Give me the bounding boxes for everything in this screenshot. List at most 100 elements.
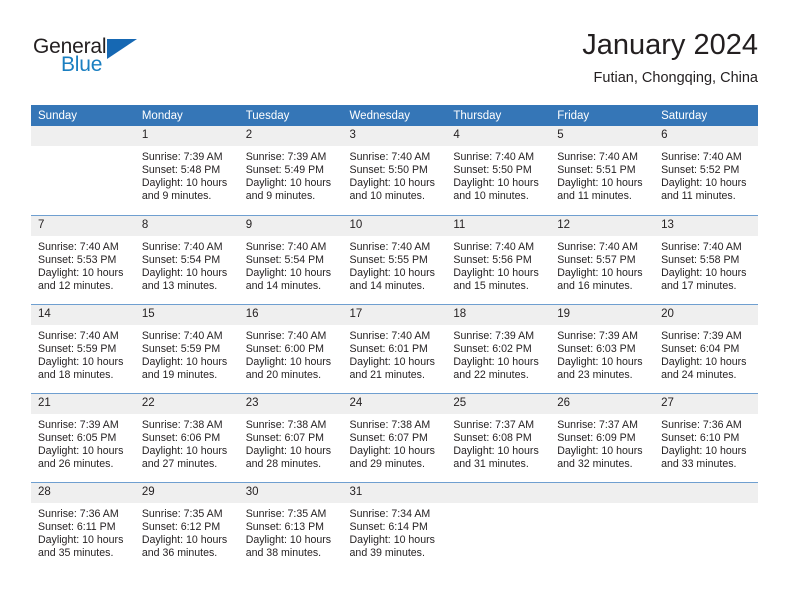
day-number: 19 xyxy=(550,304,655,325)
day-number xyxy=(654,482,758,503)
day-cell-inner: 20 Sunrise: 7:39 AM Sunset: 6:04 PM Dayli… xyxy=(654,304,758,393)
day-cell-inner: 28 Sunrise: 7:36 AM Sunset: 6:11 PM Dayli… xyxy=(31,482,135,572)
calendar-day-cell[interactable]: 24 Sunrise: 7:38 AM Sunset: 6:07 PM Dayli… xyxy=(342,392,447,482)
calendar-day-cell[interactable]: 19 Sunrise: 7:39 AM Sunset: 6:03 PM Dayli… xyxy=(550,303,655,393)
day-number: 14 xyxy=(31,304,135,325)
day-number xyxy=(446,482,551,503)
day-number: 2 xyxy=(238,126,343,146)
calendar-day-cell[interactable]: 29 Sunrise: 7:35 AM Sunset: 6:12 PM Dayli… xyxy=(134,481,239,572)
day-sun-details: Sunrise: 7:40 AM Sunset: 5:57 PM Dayligh… xyxy=(557,240,643,292)
day-number xyxy=(31,126,135,146)
calendar-page: General Blue January 2024 Futian, Chongq… xyxy=(0,0,792,612)
day-cell-inner: 19 Sunrise: 7:39 AM Sunset: 6:03 PM Dayli… xyxy=(550,304,655,393)
calendar-day-cell[interactable]: 1 Sunrise: 7:39 AM Sunset: 5:48 PM Daylig… xyxy=(134,126,239,215)
day-sun-details: Sunrise: 7:40 AM Sunset: 5:50 PM Dayligh… xyxy=(453,151,539,203)
day-cell-inner: 8 Sunrise: 7:40 AM Sunset: 5:54 PM Daylig… xyxy=(134,215,239,304)
day-cell-inner: 10 Sunrise: 7:40 AM Sunset: 5:55 PM Dayli… xyxy=(342,215,447,304)
calendar-cell-empty xyxy=(31,126,135,215)
calendar-day-cell[interactable]: 14 Sunrise: 7:40 AM Sunset: 5:59 PM Dayli… xyxy=(31,303,135,393)
day-sun-details: Sunrise: 7:37 AM Sunset: 6:09 PM Dayligh… xyxy=(557,418,643,470)
day-number: 13 xyxy=(654,215,758,236)
calendar-day-cell[interactable]: 4 Sunrise: 7:40 AM Sunset: 5:50 PM Daylig… xyxy=(446,126,551,215)
day-number: 28 xyxy=(31,482,135,503)
day-number: 4 xyxy=(446,126,551,146)
calendar-day-cell[interactable]: 20 Sunrise: 7:39 AM Sunset: 6:04 PM Dayli… xyxy=(654,303,758,393)
calendar-day-cell[interactable]: 6 Sunrise: 7:40 AM Sunset: 5:52 PM Daylig… xyxy=(654,126,758,215)
day-number: 22 xyxy=(134,393,239,414)
calendar-day-cell[interactable]: 9 Sunrise: 7:40 AM Sunset: 5:54 PM Daylig… xyxy=(238,214,343,304)
day-cell-inner xyxy=(31,126,135,215)
day-cell-inner: 17 Sunrise: 7:40 AM Sunset: 6:01 PM Dayli… xyxy=(342,304,447,393)
calendar-day-cell[interactable]: 28 Sunrise: 7:36 AM Sunset: 6:11 PM Dayli… xyxy=(31,481,135,572)
general-blue-logo: General Blue xyxy=(31,36,161,82)
day-number: 24 xyxy=(342,393,447,414)
day-cell-inner: 1 Sunrise: 7:39 AM Sunset: 5:48 PM Daylig… xyxy=(134,126,239,215)
day-cell-inner: 4 Sunrise: 7:40 AM Sunset: 5:50 PM Daylig… xyxy=(446,126,551,215)
calendar-day-cell[interactable]: 15 Sunrise: 7:40 AM Sunset: 5:59 PM Dayli… xyxy=(134,303,239,393)
day-sun-details: Sunrise: 7:39 AM Sunset: 6:02 PM Dayligh… xyxy=(453,329,539,381)
calendar-day-cell[interactable]: 8 Sunrise: 7:40 AM Sunset: 5:54 PM Daylig… xyxy=(134,214,239,304)
calendar-day-cell[interactable]: 12 Sunrise: 7:40 AM Sunset: 5:57 PM Dayli… xyxy=(550,214,655,304)
day-number: 1 xyxy=(134,126,239,146)
day-number: 26 xyxy=(550,393,655,414)
calendar-day-cell[interactable]: 25 Sunrise: 7:37 AM Sunset: 6:08 PM Dayli… xyxy=(446,392,551,482)
weekday-header-wednesday: Wednesday xyxy=(342,105,447,126)
day-cell-inner: 18 Sunrise: 7:39 AM Sunset: 6:02 PM Dayli… xyxy=(446,304,551,393)
day-sun-details: Sunrise: 7:37 AM Sunset: 6:08 PM Dayligh… xyxy=(453,418,539,470)
day-number: 23 xyxy=(238,393,343,414)
day-cell-inner: 29 Sunrise: 7:35 AM Sunset: 6:12 PM Dayli… xyxy=(134,482,239,572)
calendar-day-cell[interactable]: 23 Sunrise: 7:38 AM Sunset: 6:07 PM Dayli… xyxy=(238,392,343,482)
calendar-day-cell[interactable]: 27 Sunrise: 7:36 AM Sunset: 6:10 PM Dayli… xyxy=(654,392,758,482)
day-cell-inner: 30 Sunrise: 7:35 AM Sunset: 6:13 PM Dayli… xyxy=(238,482,343,572)
day-number: 8 xyxy=(134,215,239,236)
day-cell-inner: 3 Sunrise: 7:40 AM Sunset: 5:50 PM Daylig… xyxy=(342,126,447,215)
calendar-day-cell[interactable]: 18 Sunrise: 7:39 AM Sunset: 6:02 PM Dayli… xyxy=(446,303,551,393)
weekday-header-tuesday: Tuesday xyxy=(238,105,343,126)
calendar-day-cell[interactable]: 2 Sunrise: 7:39 AM Sunset: 5:49 PM Daylig… xyxy=(238,126,343,215)
day-cell-inner: 24 Sunrise: 7:38 AM Sunset: 6:07 PM Dayli… xyxy=(342,393,447,482)
day-sun-details xyxy=(654,503,758,508)
day-number: 30 xyxy=(238,482,343,503)
calendar-day-cell[interactable]: 13 Sunrise: 7:40 AM Sunset: 5:58 PM Dayli… xyxy=(654,214,758,304)
calendar-day-cell[interactable]: 11 Sunrise: 7:40 AM Sunset: 5:56 PM Dayli… xyxy=(446,214,551,304)
day-cell-inner: 11 Sunrise: 7:40 AM Sunset: 5:56 PM Dayli… xyxy=(446,215,551,304)
day-sun-details: Sunrise: 7:40 AM Sunset: 5:55 PM Dayligh… xyxy=(349,240,435,292)
page-subtitle-location: Futian, Chongqing, China xyxy=(593,70,758,86)
calendar-day-cell[interactable]: 22 Sunrise: 7:38 AM Sunset: 6:06 PM Dayli… xyxy=(134,392,239,482)
day-sun-details: Sunrise: 7:38 AM Sunset: 6:06 PM Dayligh… xyxy=(141,418,228,470)
calendar-day-cell[interactable]: 3 Sunrise: 7:40 AM Sunset: 5:50 PM Daylig… xyxy=(342,126,447,215)
calendar-week-row: 7 Sunrise: 7:40 AM Sunset: 5:53 PM Daylig… xyxy=(31,214,758,304)
day-cell-inner xyxy=(654,482,758,572)
day-sun-details xyxy=(31,146,135,151)
day-cell-inner xyxy=(446,482,551,572)
calendar-week-row: 21 Sunrise: 7:39 AM Sunset: 6:05 PM Dayli… xyxy=(31,392,758,482)
calendar-day-cell[interactable]: 30 Sunrise: 7:35 AM Sunset: 6:13 PM Dayli… xyxy=(238,481,343,572)
calendar-day-cell[interactable]: 21 Sunrise: 7:39 AM Sunset: 6:05 PM Dayli… xyxy=(31,392,135,482)
calendar-cell-empty xyxy=(550,481,655,571)
day-number: 10 xyxy=(342,215,447,236)
weekday-header-monday: Monday xyxy=(134,105,239,126)
day-sun-details: Sunrise: 7:39 AM Sunset: 6:05 PM Dayligh… xyxy=(38,418,124,470)
calendar-day-cell[interactable]: 10 Sunrise: 7:40 AM Sunset: 5:55 PM Dayli… xyxy=(342,214,447,304)
calendar-day-cell[interactable]: 31 Sunrise: 7:34 AM Sunset: 6:14 PM Dayli… xyxy=(342,481,447,571)
weekday-header-sunday: Sunday xyxy=(31,105,135,126)
calendar-day-cell[interactable]: 26 Sunrise: 7:37 AM Sunset: 6:09 PM Dayli… xyxy=(550,392,655,482)
day-cell-inner: 2 Sunrise: 7:39 AM Sunset: 5:49 PM Daylig… xyxy=(238,126,343,215)
calendar-day-cell[interactable]: 17 Sunrise: 7:40 AM Sunset: 6:01 PM Dayli… xyxy=(342,303,447,393)
day-cell-inner: 27 Sunrise: 7:36 AM Sunset: 6:10 PM Dayli… xyxy=(654,393,758,482)
calendar-day-cell[interactable]: 5 Sunrise: 7:40 AM Sunset: 5:51 PM Daylig… xyxy=(550,126,655,215)
day-sun-details: Sunrise: 7:40 AM Sunset: 6:00 PM Dayligh… xyxy=(245,329,332,381)
day-sun-details xyxy=(446,503,550,508)
day-sun-details: Sunrise: 7:40 AM Sunset: 5:59 PM Dayligh… xyxy=(38,329,124,381)
day-number: 20 xyxy=(654,304,758,325)
calendar-day-cell[interactable]: 7 Sunrise: 7:40 AM Sunset: 5:53 PM Daylig… xyxy=(31,214,135,304)
day-cell-inner: 21 Sunrise: 7:39 AM Sunset: 6:05 PM Dayli… xyxy=(31,393,135,482)
day-sun-details: Sunrise: 7:38 AM Sunset: 6:07 PM Dayligh… xyxy=(245,418,332,470)
day-number: 27 xyxy=(654,393,758,414)
day-sun-details: Sunrise: 7:39 AM Sunset: 5:48 PM Dayligh… xyxy=(141,151,228,203)
day-cell-inner: 6 Sunrise: 7:40 AM Sunset: 5:52 PM Daylig… xyxy=(654,126,758,215)
day-cell-inner: 23 Sunrise: 7:38 AM Sunset: 6:07 PM Dayli… xyxy=(238,393,343,482)
day-sun-details: Sunrise: 7:40 AM Sunset: 5:56 PM Dayligh… xyxy=(453,240,539,292)
calendar-day-cell[interactable]: 16 Sunrise: 7:40 AM Sunset: 6:00 PM Dayli… xyxy=(238,303,343,393)
day-cell-inner: 14 Sunrise: 7:40 AM Sunset: 5:59 PM Dayli… xyxy=(31,304,135,393)
